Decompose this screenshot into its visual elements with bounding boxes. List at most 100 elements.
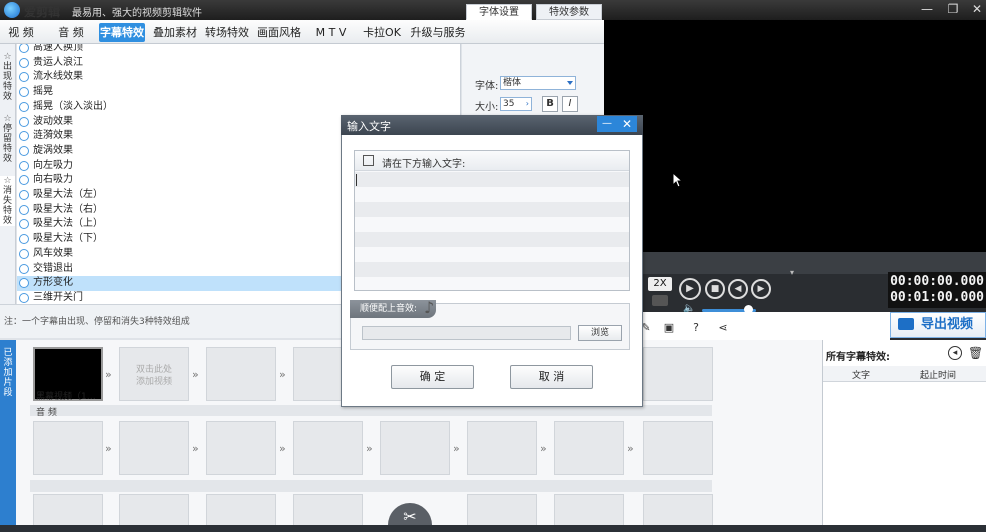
- radio-icon[interactable]: [19, 278, 29, 289]
- prev-frame-icon[interactable]: ◀: [728, 279, 748, 299]
- arrow-icon: »: [279, 442, 286, 455]
- effect-item[interactable]: 贵运人浪江: [17, 56, 460, 71]
- effect-label: 向左吸力: [33, 159, 73, 171]
- radio-icon[interactable]: [19, 160, 29, 171]
- speed-button[interactable]: 2X: [648, 277, 672, 291]
- subtitle-table-header: [823, 366, 986, 382]
- add-video-hint: 双击此处 添加视频: [135, 365, 172, 387]
- category-appear-label: 出现特效: [2, 62, 12, 102]
- audio-slot[interactable]: [467, 421, 537, 475]
- effect-label: 摇晃: [33, 86, 53, 98]
- audio-slot[interactable]: [643, 421, 713, 475]
- audio-slot[interactable]: [380, 421, 450, 475]
- audio-slot[interactable]: [33, 421, 103, 475]
- back-icon[interactable]: ◂: [948, 346, 962, 360]
- radio-icon[interactable]: [19, 87, 29, 98]
- effect-category-sidebar: ☆ 出现特效 ☆ 停留特效 ☆ 消失特效: [0, 44, 16, 304]
- radio-icon[interactable]: [19, 131, 29, 142]
- mouse-cursor-icon: [672, 172, 684, 188]
- sound-path-input[interactable]: [362, 326, 571, 340]
- category-appear[interactable]: ☆ 出现特效: [0, 52, 15, 102]
- note-text: 注：一个字幕由出现、停留和消失3种特效组成: [4, 317, 190, 327]
- category-disappear[interactable]: ☆ 消失特效: [0, 176, 15, 226]
- radio-icon[interactable]: [19, 292, 29, 303]
- save-icon[interactable]: ▣: [663, 322, 675, 334]
- audio-slot[interactable]: [119, 421, 189, 475]
- dialog-minimize-icon[interactable]: —: [597, 116, 617, 132]
- stop-icon[interactable]: ■: [705, 279, 725, 299]
- text-input-label: 请在下方输入文字:: [382, 159, 466, 170]
- tab-upgrade[interactable]: 升级与服务: [409, 23, 467, 42]
- input-row: [355, 172, 629, 187]
- clip-slot[interactable]: [643, 347, 713, 401]
- maximize-button[interactable]: ❐: [942, 0, 964, 18]
- tab-overlay[interactable]: 叠加素材: [151, 23, 199, 42]
- tab-karaoke[interactable]: 卡拉OK: [360, 23, 404, 42]
- next-frame-icon[interactable]: ▶: [751, 279, 771, 299]
- radio-icon[interactable]: [19, 234, 29, 245]
- arrow-icon: »: [192, 368, 199, 381]
- radio-icon[interactable]: [19, 219, 29, 230]
- video-preview[interactable]: [604, 20, 986, 252]
- app-name: 爱剪辑: [24, 5, 61, 19]
- radio-icon[interactable]: [19, 248, 29, 259]
- chevron-down-icon: [567, 81, 573, 85]
- effect-item[interactable]: 摇晃: [17, 85, 460, 100]
- radio-icon[interactable]: [19, 72, 29, 83]
- radio-icon[interactable]: [19, 57, 29, 68]
- play-icon[interactable]: ▶: [679, 278, 701, 300]
- tab-picture-style[interactable]: 画面风格: [255, 23, 303, 42]
- column-time: 起止时间: [920, 371, 957, 381]
- tab-transition[interactable]: 转场特效: [203, 23, 251, 42]
- category-stay[interactable]: ☆ 停留特效: [0, 114, 15, 164]
- tab-video[interactable]: 视 频: [2, 23, 40, 42]
- tab-effect-params[interactable]: 特效参数: [536, 4, 602, 20]
- tab-audio[interactable]: 音 频: [52, 23, 90, 42]
- time-display: 00:00:00.000 00:01:00.000: [888, 272, 986, 308]
- effect-label: 吸星大法（左）: [33, 189, 103, 200]
- radio-icon[interactable]: [19, 263, 29, 274]
- close-button[interactable]: ✕: [966, 0, 986, 18]
- music-note-icon: ♪: [424, 298, 435, 317]
- star-icon: ☆: [3, 176, 12, 186]
- effect-label: 交错退出: [33, 262, 73, 274]
- effect-item[interactable]: 流水线效果: [17, 70, 460, 85]
- audio-slot[interactable]: [293, 421, 363, 475]
- dialog-close-icon[interactable]: ✕: [617, 116, 637, 132]
- effect-item[interactable]: 高速人换顶: [17, 44, 460, 56]
- effect-label: 吸星大法（右）: [33, 203, 103, 215]
- tab-mtv[interactable]: M T V: [310, 23, 352, 42]
- radio-icon[interactable]: [19, 204, 29, 215]
- star-icon: ☆: [3, 52, 12, 62]
- edit-icon: [363, 155, 374, 166]
- clip-slot[interactable]: [206, 347, 276, 401]
- italic-button[interactable]: I: [562, 96, 578, 112]
- total-time: 00:01:00.000: [890, 290, 984, 305]
- trash-icon[interactable]: 🗑: [968, 346, 983, 360]
- font-select[interactable]: 楷体: [500, 76, 576, 90]
- share-icon[interactable]: ⋖: [717, 322, 729, 334]
- cancel-button[interactable]: 取 消: [510, 365, 593, 389]
- effect-item[interactable]: 摇晃（淡入淡出）: [17, 100, 460, 115]
- size-select[interactable]: 35 ›: [500, 97, 532, 111]
- help-icon[interactable]: ?: [690, 322, 702, 334]
- tab-font-settings[interactable]: 字体设置: [466, 4, 532, 20]
- minimize-button[interactable]: —: [916, 0, 938, 18]
- radio-icon[interactable]: [19, 145, 29, 156]
- radio-icon[interactable]: [19, 44, 29, 53]
- fullscreen-icon[interactable]: [652, 295, 668, 306]
- ok-button[interactable]: 确 定: [391, 365, 474, 389]
- browse-button[interactable]: 浏览: [578, 325, 622, 341]
- radio-icon[interactable]: [19, 101, 29, 112]
- bold-button[interactable]: B: [542, 96, 558, 112]
- audio-slot[interactable]: [206, 421, 276, 475]
- size-label: 大小:: [475, 102, 499, 113]
- radio-icon[interactable]: [19, 190, 29, 200]
- input-row: [355, 262, 629, 277]
- effect-label: 向右吸力: [33, 174, 73, 186]
- radio-icon[interactable]: [19, 116, 29, 127]
- chevron-down-icon[interactable]: ▾: [790, 268, 794, 277]
- tab-subtitle-effects[interactable]: 字幕特效: [99, 23, 145, 42]
- audio-slot[interactable]: [554, 421, 624, 475]
- radio-icon[interactable]: [19, 175, 29, 186]
